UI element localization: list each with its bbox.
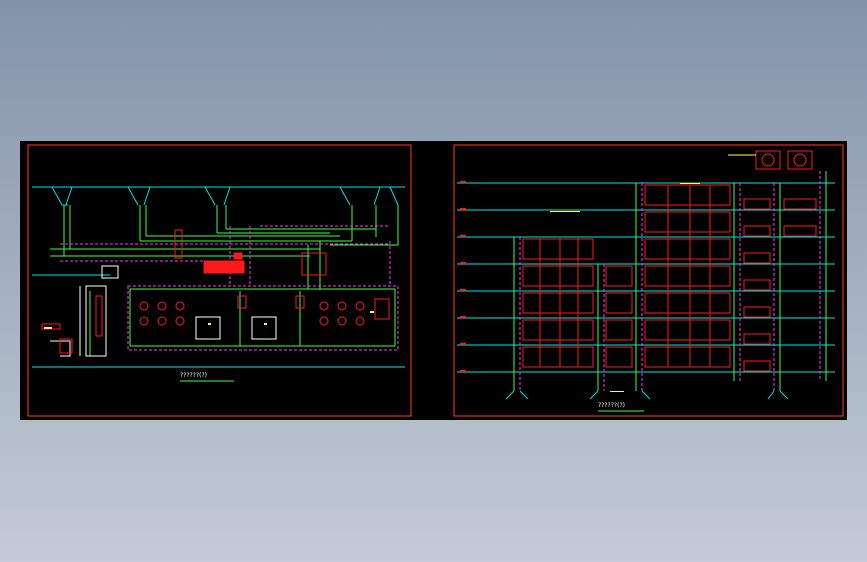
left-sheet-title: ??????(?) bbox=[180, 372, 207, 379]
cad-drawing-canvas[interactable]: ??????(?) ??????(?) bbox=[20, 141, 847, 420]
left-sheet: ??????(?) bbox=[27, 144, 412, 417]
right-roof-equipment bbox=[728, 150, 813, 170]
right-sheet-frame bbox=[453, 144, 844, 417]
fixture-group-block-b bbox=[605, 265, 633, 368]
right-sheet: ??????(?) bbox=[453, 144, 844, 417]
right-magenta-risers bbox=[519, 171, 821, 391]
right-sheet-title: ??????(?) bbox=[598, 402, 625, 409]
fixture-group-block-c bbox=[644, 184, 731, 368]
right-yellow-accents bbox=[550, 183, 700, 392]
fixture-group-block-a bbox=[522, 238, 594, 368]
left-sheet-frame bbox=[27, 144, 412, 417]
left-branch-drops bbox=[51, 186, 399, 206]
left-red-components bbox=[41, 229, 390, 354]
right-level-tags bbox=[460, 181, 466, 372]
right-bottom-connectors bbox=[505, 390, 789, 400]
left-white-equipment bbox=[50, 265, 277, 357]
right-green-risers bbox=[513, 171, 827, 391]
left-yellow-accents bbox=[44, 311, 374, 329]
left-cyan-mains bbox=[32, 186, 405, 368]
